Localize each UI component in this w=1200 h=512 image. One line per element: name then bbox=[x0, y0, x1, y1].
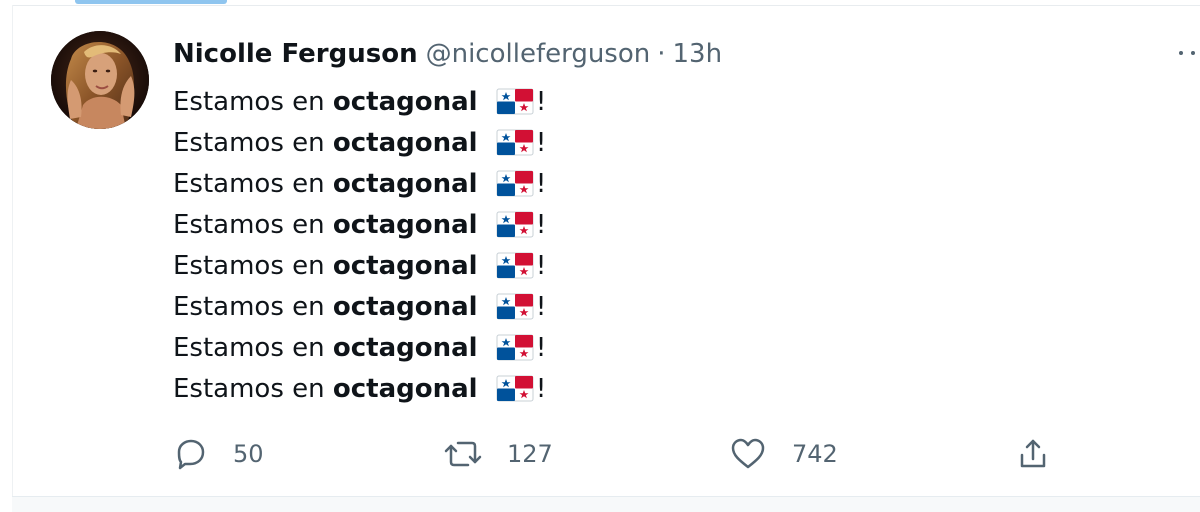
tweet-line: Estamos en octagonal ! bbox=[173, 246, 953, 287]
tweet-line-bold: octagonal bbox=[332, 333, 478, 363]
panama-flag-icon bbox=[496, 293, 534, 320]
tweet-line-prefix: Estamos en bbox=[173, 169, 333, 199]
more-options-icon[interactable] bbox=[1174, 40, 1200, 66]
tweet-line-bold: octagonal bbox=[332, 292, 478, 322]
tweet-line-prefix: Estamos en bbox=[173, 251, 333, 281]
heart-icon bbox=[731, 438, 765, 469]
author-handle[interactable]: @nicolleferguson bbox=[426, 39, 651, 69]
tweet-line-suffix: ! bbox=[535, 169, 547, 199]
tweet-line: Estamos en octagonal ! bbox=[173, 205, 953, 246]
tweet-actions: 50 127 742 bbox=[173, 430, 1073, 478]
tweet-line: Estamos en octagonal ! bbox=[173, 369, 953, 410]
tweet-line-prefix: Estamos en bbox=[173, 292, 333, 322]
tweet-line-suffix: ! bbox=[535, 251, 547, 281]
tweet-line-bold: octagonal bbox=[332, 169, 478, 199]
tweet-line: Estamos en octagonal ! bbox=[173, 328, 953, 369]
tweet-top-divider bbox=[12, 5, 1200, 6]
tweet-line: Estamos en octagonal ! bbox=[173, 123, 953, 164]
like-count: 742 bbox=[792, 440, 838, 468]
avatar-photo bbox=[51, 31, 149, 129]
retweet-count: 127 bbox=[507, 440, 553, 468]
tweet-line-prefix: Estamos en bbox=[173, 210, 333, 240]
panama-flag-icon bbox=[496, 88, 534, 115]
tweet-line-bold: octagonal bbox=[332, 374, 478, 404]
header-separator: · bbox=[657, 39, 666, 69]
panama-flag-icon bbox=[496, 170, 534, 197]
top-tab-fragment bbox=[75, 0, 227, 4]
tweet-line-prefix: Estamos en bbox=[173, 87, 333, 117]
tweet-line-suffix: ! bbox=[535, 333, 547, 363]
like-button[interactable]: 742 bbox=[728, 430, 838, 478]
tweet-line-suffix: ! bbox=[535, 374, 547, 404]
tweet-line-bold: octagonal bbox=[332, 128, 478, 158]
panama-flag-icon bbox=[496, 334, 534, 361]
panama-flag-icon bbox=[496, 129, 534, 156]
tweet-line: Estamos en octagonal ! bbox=[173, 82, 953, 123]
tweet-line: Estamos en octagonal ! bbox=[173, 164, 953, 205]
author-name[interactable]: Nicolle Ferguson bbox=[173, 39, 418, 69]
tweet-line-bold: octagonal bbox=[332, 87, 478, 117]
retweet-icon bbox=[444, 441, 482, 467]
next-item-background bbox=[12, 497, 1200, 512]
tweet-line-suffix: ! bbox=[535, 210, 547, 240]
share-button[interactable] bbox=[1013, 430, 1053, 478]
tweet-line-prefix: Estamos en bbox=[173, 128, 333, 158]
tweet-line-suffix: ! bbox=[535, 128, 547, 158]
panama-flag-icon bbox=[496, 252, 534, 279]
panama-flag-icon bbox=[496, 375, 534, 402]
timeline-left-border bbox=[12, 5, 13, 512]
tweet-line-bold: octagonal bbox=[332, 251, 478, 281]
retweet-button[interactable]: 127 bbox=[443, 430, 553, 478]
reply-count: 50 bbox=[233, 440, 264, 468]
tweet-line-suffix: ! bbox=[535, 292, 547, 322]
tweet-line: Estamos en octagonal ! bbox=[173, 287, 953, 328]
share-icon bbox=[1020, 439, 1046, 468]
tweet-line-prefix: Estamos en bbox=[173, 374, 333, 404]
panama-flag-icon bbox=[496, 211, 534, 238]
tweet-text: Estamos en octagonal ! Estamos en octago… bbox=[173, 82, 953, 410]
tweet-line-prefix: Estamos en bbox=[173, 333, 333, 363]
reply-icon bbox=[177, 439, 205, 470]
avatar[interactable] bbox=[51, 31, 149, 129]
tweet-header: Nicolle Ferguson @nicolleferguson · 13h bbox=[173, 36, 722, 72]
tweet-line-bold: octagonal bbox=[332, 210, 478, 240]
reply-button[interactable]: 50 bbox=[173, 430, 264, 478]
tweet-time[interactable]: 13h bbox=[673, 39, 723, 69]
tweet-line-suffix: ! bbox=[535, 87, 547, 117]
